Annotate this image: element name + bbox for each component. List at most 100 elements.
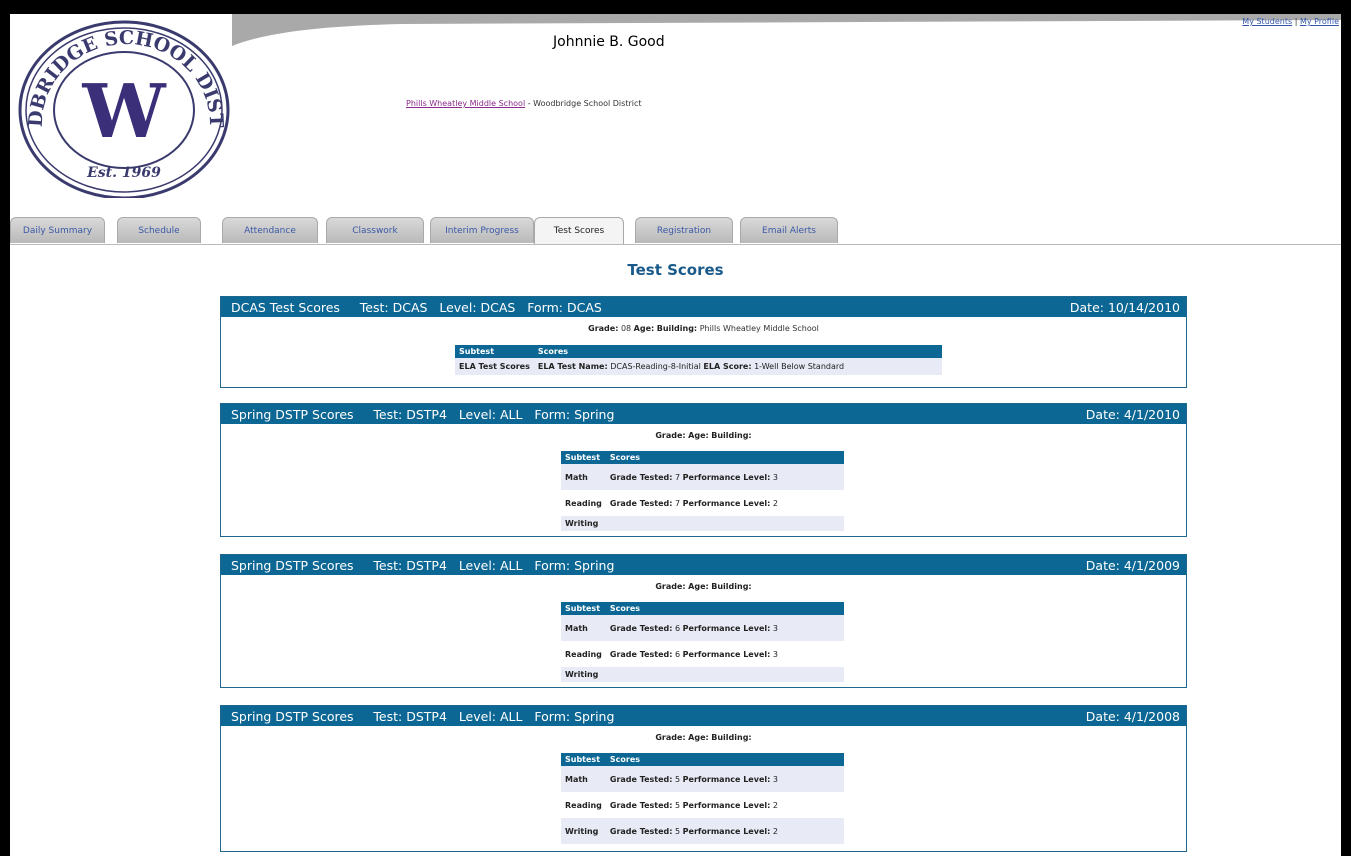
score-cell: Grade Tested: 7 Performance Level: 2 <box>606 490 844 516</box>
score-value-1: 5 <box>675 774 681 784</box>
panel-date: Date: 10/14/2010 <box>1069 300 1180 315</box>
panel-header: Spring DSTP Scores Test: DSTP4 Level: AL… <box>221 404 1186 424</box>
grade-label: Grade: <box>655 582 686 591</box>
school-line: Phills Wheatley Middle School - Woodbrid… <box>406 99 642 108</box>
table-row: Writing <box>561 516 844 531</box>
student-name: Johnnie B. Good <box>553 34 665 50</box>
table-row: Math Grade Tested: 6 Performance Level: 3 <box>561 615 844 641</box>
subtest-table: Subtest Scores ELA Test Scores ELA Test Nam… <box>455 345 942 375</box>
score-label-1: Grade Tested: <box>609 774 673 784</box>
top-links-separator: | <box>1294 17 1298 26</box>
panel-title: DCAS Test Scores Test: DCAS Level: DCAS … <box>231 299 602 315</box>
subtest-header-row: Subtest Scores <box>561 602 844 615</box>
score-label-2: ELA Score: <box>703 362 752 371</box>
panel-date: Date: 4/1/2010 <box>1085 407 1180 422</box>
panel-title: Spring DSTP Scores Test: DSTP4 Level: AL… <box>231 708 615 724</box>
tab-interim-progress[interactable]: Interim Progress <box>430 217 534 243</box>
score-label-2: Performance Level: <box>682 472 771 482</box>
tab-test-scores[interactable]: Test Scores <box>534 217 624 244</box>
subtest-name: Writing <box>561 667 606 682</box>
grade-value: 08 <box>620 324 632 333</box>
subtest-name: Math <box>561 464 606 490</box>
building-label: Building: <box>711 733 752 742</box>
score-value-1: 6 <box>675 623 681 633</box>
scores-header: Scores <box>605 451 844 464</box>
subtest-name: Reading <box>565 800 602 810</box>
score-value-2: 3 <box>772 774 778 784</box>
top-links: My Students | My Profile <box>1242 17 1339 26</box>
subtest-name: Reading <box>565 649 602 659</box>
subtest-name: Math <box>561 615 606 641</box>
school-link[interactable]: Phills Wheatley Middle School <box>406 99 525 108</box>
score-label-2: Performance Level: <box>682 826 771 836</box>
score-value-1: 7 <box>675 472 681 482</box>
table-row: Reading Grade Tested: 5 Performance Level… <box>561 792 844 818</box>
score-panel: Spring DSTP Scores Test: DSTP4 Level: AL… <box>220 403 1187 537</box>
subtest-name: ELA Test Scores <box>455 358 534 375</box>
subtest-header: Subtest <box>561 602 606 615</box>
my-students-link[interactable]: My Students <box>1242 17 1292 26</box>
tab-email-alerts[interactable]: Email Alerts <box>740 217 838 243</box>
score-label-2: Performance Level: <box>682 774 771 784</box>
score-value-2: 3 <box>772 649 778 659</box>
score-value-1: 5 <box>675 800 681 810</box>
score-cell: Grade Tested: 6 Performance Level: 3 <box>606 641 844 667</box>
subtest-name: Writing <box>561 818 606 844</box>
subtest-header: Subtest <box>561 451 606 464</box>
score-value-2: 2 <box>772 826 778 836</box>
age-label: Age: <box>633 324 655 333</box>
score-cell: Grade Tested: 6 Performance Level: 3 <box>605 615 844 641</box>
tab-bar: Daily Summary Schedule Attendance Classwork… <box>10 217 1341 245</box>
subtest-header: Subtest <box>561 753 606 766</box>
score-value-1: 7 <box>675 498 681 508</box>
table-row: Math Grade Tested: 7 Performance Level: 3 <box>561 464 844 490</box>
scores-header: Scores <box>605 753 844 766</box>
panel-header: Spring DSTP Scores Test: DSTP4 Level: AL… <box>221 555 1186 575</box>
student-meta: Grade: Age: Building: <box>221 733 1186 745</box>
score-value-1: DCAS-Reading-8-Initial <box>610 362 701 371</box>
logo-est: Est. 1969 <box>86 165 161 181</box>
score-label-1: Grade Tested: <box>609 498 673 508</box>
table-row: ELA Test Scores ELA Test Name: DCAS-Readi… <box>455 358 942 375</box>
tab-registration[interactable]: Registration <box>635 217 733 243</box>
building-label: Building: <box>656 324 698 333</box>
district-logo: WOODBRIDGE SCHOOL DISTRICT W Est. 1969 <box>12 16 230 198</box>
tab-classwork[interactable]: Classwork <box>326 217 424 243</box>
grade-label: Grade: <box>655 431 686 440</box>
score-label-2: Performance Level: <box>682 623 771 633</box>
table-row: Math Grade Tested: 5 Performance Level: 3 <box>561 766 844 792</box>
scores-header: Scores <box>605 602 844 615</box>
score-value-1: 5 <box>675 826 681 836</box>
score-value-2: 2 <box>772 800 778 810</box>
panel-date: Date: 4/1/2009 <box>1085 558 1180 573</box>
panel-header: DCAS Test Scores Test: DCAS Level: DCAS … <box>221 297 1186 317</box>
subtest-header-row: Subtest Scores <box>561 753 844 766</box>
score-label-2: Performance Level: <box>682 649 771 659</box>
student-meta: Grade: Age: Building: <box>221 431 1186 443</box>
building-label: Building: <box>711 582 752 591</box>
subtest-name: Math <box>561 766 606 792</box>
age-label: Age: <box>688 431 709 440</box>
table-row: Writing Grade Tested: 5 Performance Level… <box>561 818 844 844</box>
table-row: Reading Grade Tested: 7 Performance Level… <box>561 490 844 516</box>
tab-attendance[interactable]: Attendance <box>222 217 318 243</box>
student-meta: Grade: 08 Age: Building: Phills Wheatley… <box>221 324 1186 336</box>
score-cell <box>605 516 844 531</box>
score-value-2: 3 <box>772 623 778 633</box>
tab-daily-summary[interactable]: Daily Summary <box>10 217 105 243</box>
district-text: - Woodbridge School District <box>525 99 642 108</box>
score-label-2: Performance Level: <box>682 498 771 508</box>
building-label: Building: <box>711 431 752 440</box>
table-row: Reading Grade Tested: 6 Performance Level… <box>561 641 844 667</box>
score-panel: Spring DSTP Scores Test: DSTP4 Level: AL… <box>220 705 1187 852</box>
score-panel: DCAS Test Scores Test: DCAS Level: DCAS … <box>220 296 1187 388</box>
panel-title: Spring DSTP Scores Test: DSTP4 Level: AL… <box>231 406 615 422</box>
my-profile-link[interactable]: My Profile <box>1300 17 1339 26</box>
scores-header: Scores <box>533 345 942 358</box>
student-meta: Grade: Age: Building: <box>221 582 1186 594</box>
tab-schedule[interactable]: Schedule <box>117 217 201 243</box>
table-row: Writing <box>561 667 844 682</box>
panel-date: Date: 4/1/2008 <box>1085 709 1180 724</box>
grade-label: Grade: <box>588 324 619 333</box>
age-label: Age: <box>688 582 709 591</box>
